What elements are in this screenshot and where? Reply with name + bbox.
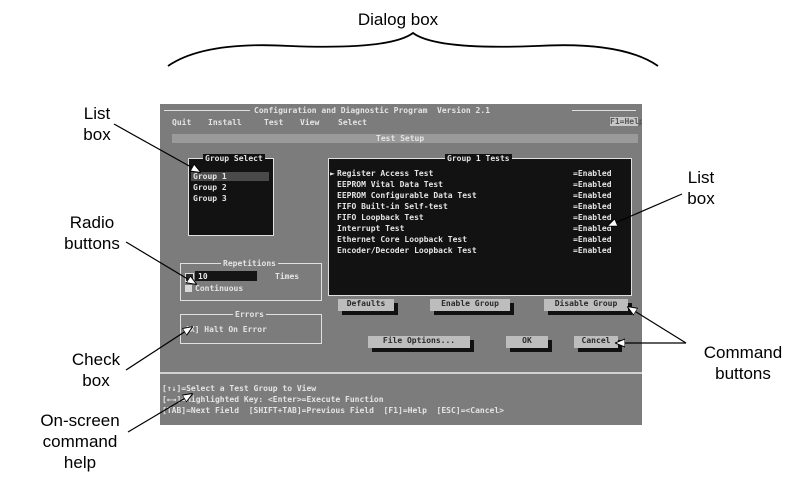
- check-box-arrow: [125, 327, 192, 371]
- annotation-overlay: [113, 31, 687, 433]
- command-buttons-arrow-1: [628, 307, 687, 344]
- onscreen-help-arrow: [127, 394, 192, 433]
- radio-buttons-arrow: [125, 241, 196, 284]
- dialog-box-brace: [167, 31, 659, 67]
- list-box-right-arrow: [608, 193, 683, 226]
- list-box-left-arrow: [113, 123, 200, 172]
